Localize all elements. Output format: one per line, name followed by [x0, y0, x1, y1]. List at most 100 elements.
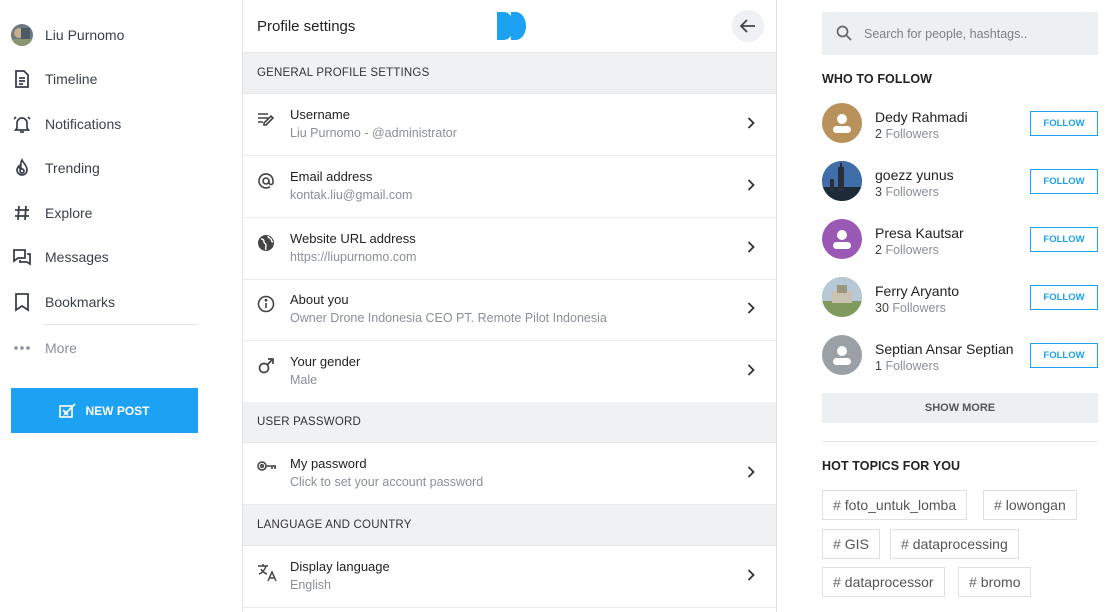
follower-count: 2 Followers — [875, 127, 939, 141]
sidebar-item-timeline[interactable]: Timeline — [11, 65, 97, 93]
follow-button[interactable]: FOLLOW — [1030, 285, 1098, 310]
follow-button[interactable]: FOLLOW — [1030, 169, 1098, 194]
topic-tag[interactable]: # dataprocessor — [822, 567, 945, 597]
bell-icon — [11, 113, 33, 135]
settings-header: Profile settings — [243, 0, 776, 53]
sidebar-divider — [44, 324, 198, 325]
search-input[interactable] — [864, 12, 1092, 55]
setting-value: Owner Drone Indonesia CEO PT. Remote Pil… — [290, 311, 607, 325]
avatar — [822, 277, 862, 317]
avatar — [822, 335, 862, 375]
chevron-right-icon — [747, 179, 755, 191]
key-icon — [257, 459, 277, 479]
section-title: USER PASSWORD — [257, 416, 361, 428]
globe-icon — [257, 234, 277, 254]
at-sign-icon — [257, 172, 277, 192]
chevron-right-icon — [747, 241, 755, 253]
chevron-right-icon — [747, 466, 755, 478]
male-gender-icon — [257, 357, 277, 377]
user-name[interactable]: Septian Ansar Septian — [875, 341, 1014, 357]
new-post-label: NEW POST — [85, 403, 150, 418]
sidebar-profile[interactable]: Liu Purnomo — [11, 21, 124, 49]
user-name[interactable]: Dedy Rahmadi — [875, 109, 968, 125]
topic-tag[interactable]: # lowongan — [983, 490, 1077, 520]
setting-label: Website URL address — [290, 231, 416, 246]
section-general-profile: GENERAL PROFILE SETTINGS — [243, 53, 776, 94]
translate-icon — [257, 562, 277, 582]
sidebar-item-bookmarks[interactable]: Bookmarks — [11, 288, 115, 316]
right-sidebar: WHO TO FOLLOW Dedy Rahmadi 2 Followers F… — [822, 0, 1098, 612]
search-icon — [836, 25, 852, 41]
follow-button[interactable]: FOLLOW — [1030, 111, 1098, 136]
setting-gender[interactable]: Your gender Male — [243, 341, 776, 403]
setting-value: https://liupurnomo.com — [290, 250, 417, 264]
page-title: Profile settings — [257, 18, 356, 35]
section-user-password: USER PASSWORD — [243, 402, 776, 443]
arrow-left-icon — [740, 19, 756, 33]
settings-panel: Profile settings GENERAL PROFILE SETTING… — [242, 0, 777, 612]
left-sidebar: Liu Purnomo Timeline Notifications Trend… — [0, 0, 242, 612]
follow-button[interactable]: FOLLOW — [1030, 227, 1098, 252]
sidebar-item-more[interactable]: More — [11, 334, 77, 362]
setting-language[interactable]: Display language English — [243, 546, 776, 608]
sidebar-item-label: Bookmarks — [45, 294, 116, 310]
chevron-right-icon — [747, 569, 755, 581]
setting-label: Display language — [290, 559, 390, 574]
sidebar-user-name: Liu Purnomo — [45, 27, 125, 43]
setting-value: Click to set your account password — [290, 475, 484, 489]
sidebar-item-explore[interactable]: Explore — [11, 199, 92, 227]
avatar — [822, 161, 862, 201]
setting-email[interactable]: Email address kontak.liu@gmail.com — [243, 156, 776, 218]
follower-count: 30 Followers — [875, 301, 946, 315]
setting-value: kontak.liu@gmail.com — [290, 188, 413, 202]
avatar — [822, 219, 862, 259]
chevron-right-icon — [747, 117, 755, 129]
follower-count: 3 Followers — [875, 185, 939, 199]
new-post-button[interactable]: NEW POST — [11, 388, 198, 433]
section-language-country: LANGUAGE AND COUNTRY — [243, 505, 776, 546]
setting-label: Email address — [290, 169, 373, 184]
setting-password[interactable]: My password Click to set your account pa… — [243, 443, 776, 505]
follower-count: 1 Followers — [875, 359, 939, 373]
topic-tag[interactable]: # foto_untuk_lomba — [822, 490, 968, 520]
bookmark-icon — [11, 291, 33, 313]
topic-tag[interactable]: # bromo — [958, 567, 1032, 597]
hashtag-icon: # — [901, 536, 909, 552]
chevron-right-icon — [747, 364, 755, 376]
follow-suggestion: Presa Kautsar 2 Followers FOLLOW — [822, 219, 1098, 261]
follow-button[interactable]: FOLLOW — [1030, 343, 1098, 368]
hashtag-icon: # — [833, 536, 841, 552]
setting-website[interactable]: Website URL address https://liupurnomo.c… — [243, 218, 776, 280]
setting-label: Username — [290, 107, 350, 122]
messages-icon — [11, 246, 33, 268]
sidebar-item-label: Trending — [45, 160, 100, 176]
topic-tag[interactable]: # GIS — [822, 529, 880, 559]
hashtag-icon — [11, 202, 33, 224]
show-more-button[interactable]: SHOW MORE — [822, 393, 1098, 423]
user-name[interactable]: goezz yunus — [875, 167, 954, 183]
hashtag-icon: # — [833, 497, 841, 513]
compose-icon — [59, 402, 77, 419]
follow-suggestion: Dedy Rahmadi 2 Followers FOLLOW — [822, 103, 1098, 145]
setting-username[interactable]: Username Liu Purnomo - @administrator — [243, 94, 776, 156]
edit-text-icon — [257, 110, 277, 130]
sidebar-more-label: More — [45, 340, 77, 356]
chevron-right-icon — [747, 302, 755, 314]
timeline-icon — [11, 68, 33, 90]
setting-about[interactable]: About you Owner Drone Indonesia CEO PT. … — [243, 279, 776, 341]
hashtag-icon: # — [833, 574, 841, 590]
sidebar-item-trending[interactable]: Trending — [11, 154, 100, 182]
setting-label: About you — [290, 292, 349, 307]
sidebar-item-label: Messages — [45, 249, 109, 265]
back-button[interactable] — [732, 10, 764, 42]
section-title: GENERAL PROFILE SETTINGS — [257, 67, 430, 79]
sidebar-item-notifications[interactable]: Notifications — [11, 110, 121, 138]
hot-topics-title: HOT TOPICS FOR YOU — [822, 459, 961, 473]
sidebar-item-messages[interactable]: Messages — [11, 243, 109, 271]
fire-icon — [11, 157, 33, 179]
user-name[interactable]: Ferry Aryanto — [875, 283, 959, 299]
topic-tag[interactable]: # dataprocessing — [890, 529, 1019, 559]
user-name[interactable]: Presa Kautsar — [875, 225, 964, 241]
setting-value: English — [290, 578, 331, 592]
setting-value: Male — [290, 373, 318, 387]
